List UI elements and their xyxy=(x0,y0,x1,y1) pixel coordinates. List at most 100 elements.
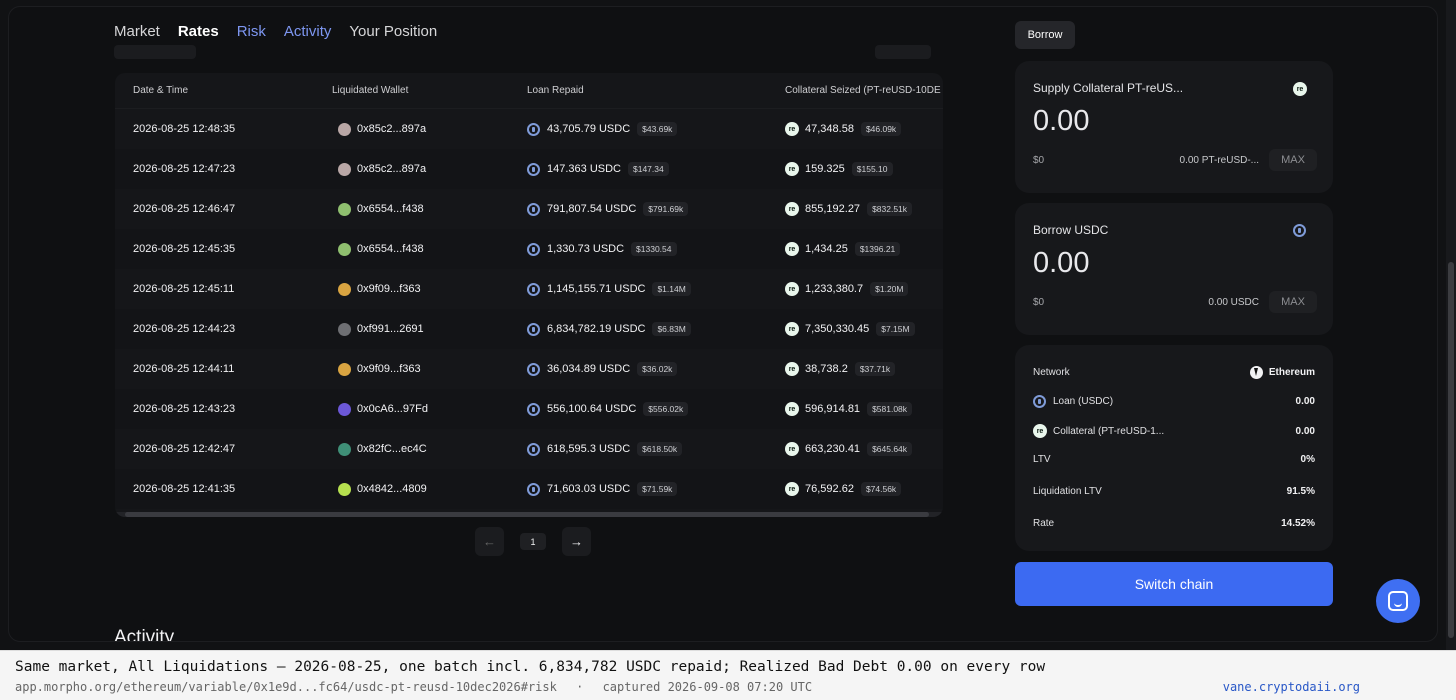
cell-loan-repaid: 36,034.89 USDC $36.02k xyxy=(511,362,765,376)
cell-date: 2026-08-25 12:48:35 xyxy=(133,123,236,135)
wallet-address[interactable]: 0x9f09...f363 xyxy=(357,363,421,375)
cell-collateral-seized: re 159.325 $155.10 xyxy=(765,162,943,176)
wallet-address[interactable]: 0x6554...f438 xyxy=(357,243,424,255)
loan-amount: 147.363 USDC xyxy=(547,163,621,175)
cell-wallet[interactable]: 0x4842...4809 xyxy=(314,482,511,496)
usdc-icon xyxy=(527,202,540,216)
liquidations-table: Date & Time Liquidated Wallet Loan Repai… xyxy=(115,73,943,517)
loan-usd-badge: $791.69k xyxy=(643,202,689,216)
loan-amount: 791,807.54 USDC xyxy=(547,203,637,215)
wallet-address[interactable]: 0x4842...4809 xyxy=(357,483,427,495)
usdc-icon xyxy=(527,282,540,296)
wallet-address[interactable]: 0x85c2...897a xyxy=(357,123,426,135)
network-value: Ethereum xyxy=(1268,367,1315,378)
wallet-address[interactable]: 0xf991...2691 xyxy=(357,323,424,335)
cell-date: 2026-08-25 12:43:23 xyxy=(133,403,236,415)
vertical-scrollbar[interactable] xyxy=(1446,0,1456,650)
collateral-usd-badge: $1396.21 xyxy=(854,242,901,256)
loan-amount: 36,034.89 USDC xyxy=(547,363,631,375)
re-token-icon: re xyxy=(785,162,799,176)
wallet-address[interactable]: 0x85c2...897a xyxy=(357,163,426,175)
next-page-button[interactable]: → xyxy=(562,527,591,556)
liquidation-ltv-label: Liquidation LTV xyxy=(1033,486,1102,497)
cell-collateral-seized: re 663,230.41 $645.64k xyxy=(765,442,943,456)
cell-wallet[interactable]: 0x85c2...897a xyxy=(314,162,511,176)
loan-usd-badge: $71.59k xyxy=(637,482,678,496)
supply-amount-input[interactable]: 0.00 xyxy=(1033,105,1089,138)
re-token-icon: re xyxy=(785,482,799,496)
table-row: 2026-08-25 12:44:11 0x9f09...f363 36,034.8… xyxy=(115,349,943,389)
borrow-max-button[interactable]: MAX xyxy=(1269,291,1317,313)
tab-your-position[interactable]: Your Position xyxy=(349,23,437,40)
borrow-usd-value: $0 xyxy=(1033,297,1045,308)
liquidation-ltv-value: 91.5% xyxy=(1286,486,1315,497)
wallet-address[interactable]: 0x9f09...f363 xyxy=(357,283,421,295)
cell-wallet[interactable]: 0x85c2...897a xyxy=(314,122,511,136)
cell-wallet[interactable]: 0xf991...2691 xyxy=(314,322,511,336)
collateral-amount: 7,350,330.45 xyxy=(805,323,870,335)
cell-collateral-seized: re 1,233,380.7 $1.20M xyxy=(765,282,943,296)
cell-wallet[interactable]: 0x6554...f438 xyxy=(314,242,511,256)
collateral-usd-badge: $1.20M xyxy=(870,282,909,296)
table-row: 2026-08-25 12:46:47 0x6554...f438 791,807.… xyxy=(115,189,943,229)
supply-balance: 0.00 PT-reUSD-... xyxy=(1179,155,1259,166)
ltv-value: 0% xyxy=(1300,454,1315,465)
horizontal-scrollbar-thumb[interactable] xyxy=(125,512,929,517)
tab-activity[interactable]: Activity xyxy=(284,23,332,40)
borrow-tab[interactable]: Borrow xyxy=(1015,21,1075,49)
caption-separator: · xyxy=(576,680,584,694)
market-tabs: Market Rates Risk Activity Your Position xyxy=(114,23,437,40)
chat-icon xyxy=(1388,591,1408,611)
activity-section-heading: Activity xyxy=(114,627,175,642)
network-row: Network Ethereum xyxy=(1033,366,1315,379)
wallet-address[interactable]: 0x6554...f438 xyxy=(357,203,424,215)
vertical-scrollbar-thumb[interactable] xyxy=(1448,262,1454,638)
arrow-left-icon: ← xyxy=(483,534,496,549)
loan-usd-badge: $556.02k xyxy=(643,402,689,416)
page-number[interactable]: 1 xyxy=(520,533,546,550)
network-label: Network xyxy=(1033,367,1070,378)
ltv-label: LTV xyxy=(1033,454,1051,465)
cell-loan-repaid: 71,603.03 USDC $71.59k xyxy=(511,482,765,496)
loan-usd-badge: $618.50k xyxy=(637,442,683,456)
usdc-icon xyxy=(527,162,540,176)
wallet-address[interactable]: 0x82fC...ec4C xyxy=(357,443,427,455)
loan-amount: 1,145,155.71 USDC xyxy=(547,283,646,295)
collateral-usd-badge: $155.10 xyxy=(851,162,893,176)
borrow-balance: 0.00 USDC xyxy=(1208,297,1259,308)
cell-wallet[interactable]: 0x9f09...f363 xyxy=(314,282,511,296)
switch-chain-button[interactable]: Switch chain xyxy=(1015,562,1333,606)
wallet-avatar-icon xyxy=(338,242,351,256)
tab-risk[interactable]: Risk xyxy=(237,23,266,40)
liquidation-ltv-row: Liquidation LTV 91.5% xyxy=(1033,486,1315,497)
wallet-avatar-icon xyxy=(338,162,351,176)
cell-date: 2026-08-25 12:47:23 xyxy=(133,163,236,175)
cell-loan-repaid: 43,705.79 USDC $43.69k xyxy=(511,122,765,136)
rate-row: Rate 14.52% xyxy=(1033,518,1315,529)
wallet-avatar-icon xyxy=(338,202,351,216)
caption-site-link[interactable]: vane.cryptodaii.org xyxy=(1223,680,1360,694)
wallet-address[interactable]: 0x0cA6...97Fd xyxy=(357,403,428,415)
support-chat-button[interactable] xyxy=(1376,579,1420,623)
usdc-icon xyxy=(527,122,540,136)
horizontal-scrollbar[interactable] xyxy=(115,512,943,517)
borrow-title: Borrow USDC xyxy=(1033,223,1109,237)
wallet-avatar-icon xyxy=(338,282,351,296)
header-liquidated-wallet: Liquidated Wallet xyxy=(332,85,409,96)
cell-wallet[interactable]: 0x82fC...ec4C xyxy=(314,442,511,456)
cell-date: 2026-08-25 12:45:11 xyxy=(133,283,235,295)
prev-page-button[interactable]: ← xyxy=(475,527,504,556)
borrow-amount-input[interactable]: 0.00 xyxy=(1033,247,1089,280)
cell-date: 2026-08-25 12:44:11 xyxy=(133,363,235,375)
wallet-avatar-icon xyxy=(338,122,351,136)
tab-market[interactable]: Market xyxy=(114,23,160,40)
cell-loan-repaid: 1,145,155.71 USDC $1.14M xyxy=(511,282,765,296)
usdc-icon xyxy=(527,402,540,416)
wallet-avatar-icon xyxy=(338,442,351,456)
cell-wallet[interactable]: 0x0cA6...97Fd xyxy=(314,402,511,416)
cell-wallet[interactable]: 0x6554...f438 xyxy=(314,202,511,216)
cell-wallet[interactable]: 0x9f09...f363 xyxy=(314,362,511,376)
tab-rates[interactable]: Rates xyxy=(178,23,219,40)
collateral-amount: 855,192.27 xyxy=(805,203,861,215)
supply-max-button[interactable]: MAX xyxy=(1269,149,1317,171)
